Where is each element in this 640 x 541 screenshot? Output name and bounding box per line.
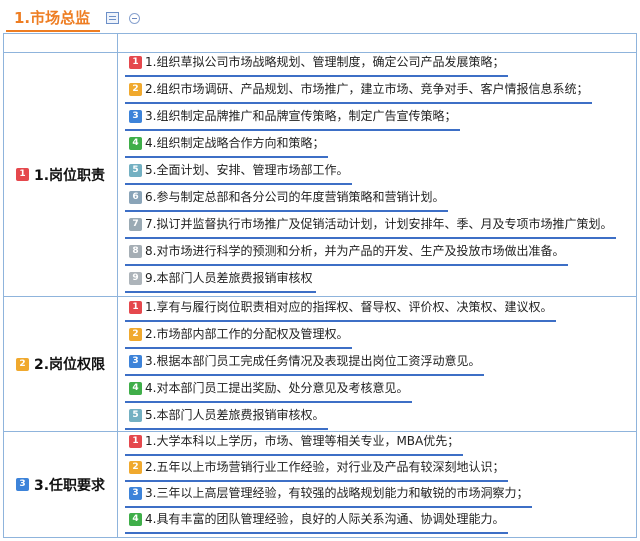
list-item[interactable]: 2 2.组织市场调研、产品规划、市场推广，建立市场、竞争对手、客户情报信息系统； xyxy=(125,80,593,105)
item-text: 2.组织市场调研、产品规划、市场推广，建立市场、竞争对手、客户情报信息系统； xyxy=(145,82,589,96)
priority-badge: 7 xyxy=(129,218,142,231)
list-item[interactable]: 3 3.组织制定品牌推广和品牌宣传策略，制定广告宣传策略； xyxy=(125,107,461,132)
item-text: 5.全面计划、安排、管理市场部工作。 xyxy=(145,163,349,177)
list-item[interactable]: 8 8.对市场进行科学的预测和分析，并为产品的开发、生产及投放市场做出准备。 xyxy=(125,242,569,267)
priority-badge: 3 xyxy=(129,355,142,368)
list-item[interactable]: 5 5.本部门人员差旅费报销审核权。 xyxy=(125,406,329,431)
section-label-requirements[interactable]: 3 3.任职要求 xyxy=(4,432,117,537)
item-text: 1.组织草拟公司市场战略规划、管理制度，确定公司产品发展策略； xyxy=(145,55,505,69)
item-text: 9.本部门人员差旅费报销审核权 xyxy=(145,271,313,285)
priority-badge: 1 xyxy=(129,435,142,448)
list-item[interactable]: 1 1.组织草拟公司市场战略规划、管理制度，确定公司产品发展策略； xyxy=(125,53,509,78)
priority-badge: 4 xyxy=(129,382,142,395)
priority-badge: 2 xyxy=(129,328,142,341)
list-item[interactable]: 7 7.拟订并监督执行市场推广及促销活动计划，计划安排年、季、月及专项市场推广策划… xyxy=(125,215,617,240)
list-item[interactable]: 4 4.具有丰富的团队管理经验，良好的人际关系沟通、协调处理能力。 xyxy=(125,510,509,535)
item-text: 2.五年以上市场营销行业工作经验，对行业及产品有较深刻地认识； xyxy=(145,460,505,474)
list-item[interactable]: 5 5.全面计划、安排、管理市场部工作。 xyxy=(125,161,353,186)
priority-badge: 2 xyxy=(129,461,142,474)
item-text: 2.市场部内部工作的分配权及管理权。 xyxy=(145,327,349,341)
item-text: 6.参与制定总部和各分公司的年度营销策略和营销计划。 xyxy=(145,190,445,204)
section-label-authority[interactable]: 2 2.岗位权限 xyxy=(4,297,117,431)
list-item[interactable]: 3 3.三年以上高层管理经验，有较强的战略规划能力和敏锐的市场洞察力； xyxy=(125,484,533,509)
priority-badge: 4 xyxy=(129,137,142,150)
priority-badge: 6 xyxy=(129,191,142,204)
item-text: 3.三年以上高层管理经验，有较强的战略规划能力和敏锐的市场洞察力； xyxy=(145,486,529,500)
priority-badge: 8 xyxy=(129,245,142,258)
priority-badge: 1 xyxy=(15,168,29,181)
priority-badge: 1 xyxy=(129,56,142,69)
item-text: 3.根据本部门员工完成任务情况及表现提出岗位工资浮动意见。 xyxy=(145,354,481,368)
list-item[interactable]: 4 4.对本部门员工提出奖励、处分意见及考核意见。 xyxy=(125,379,413,404)
list-item[interactable]: 2 2.五年以上市场营销行业工作经验，对行业及产品有较深刻地认识； xyxy=(125,458,509,483)
list-item[interactable]: 6 6.参与制定总部和各分公司的年度营销策略和营销计划。 xyxy=(125,188,449,213)
item-text: 1.大学本科以上学历，市场、管理等相关专业，MBA优先； xyxy=(145,434,460,448)
item-text: 4.组织制定战略合作方向和策略； xyxy=(145,136,325,150)
list-item[interactable]: 3 3.根据本部门员工完成任务情况及表现提出岗位工资浮动意见。 xyxy=(125,352,485,377)
item-text: 5.本部门人员差旅费报销审核权。 xyxy=(145,408,325,422)
list-item[interactable]: 4 4.组织制定战略合作方向和策略； xyxy=(125,134,329,159)
note-icon[interactable] xyxy=(106,12,120,24)
list-item[interactable]: 1 1.大学本科以上学历，市场、管理等相关专业，MBA优先； xyxy=(125,432,464,457)
priority-badge: 2 xyxy=(15,357,29,371)
priority-badge: 4 xyxy=(129,513,142,526)
item-text: 3.组织制定品牌推广和品牌宣传策略，制定广告宣传策略； xyxy=(145,109,457,123)
section-label-duties[interactable]: 1 1.岗位职责 xyxy=(4,53,117,296)
section-label-text: 2.岗位权限 xyxy=(33,357,106,373)
list-item[interactable]: 9 9.本部门人员差旅费报销审核权 xyxy=(125,269,317,294)
priority-badge: 3 xyxy=(15,478,29,491)
priority-badge: 5 xyxy=(129,409,142,422)
item-text: 8.对市场进行科学的预测和分析，并为产品的开发、生产及投放市场做出准备。 xyxy=(145,244,565,258)
topic-title[interactable]: 1.市场总监 xyxy=(6,5,101,32)
priority-badge: 1 xyxy=(129,301,142,314)
column-divider xyxy=(117,34,118,537)
item-text: 4.具有丰富的团队管理经验，良好的人际关系沟通、协调处理能力。 xyxy=(145,512,505,526)
section-label-text: 3.任职要求 xyxy=(33,477,106,494)
priority-badge: 3 xyxy=(129,110,142,123)
topic-header: 1.市场总监 xyxy=(6,4,141,32)
item-text: 4.对本部门员工提出奖励、处分意见及考核意见。 xyxy=(145,381,409,395)
collapse-icon[interactable] xyxy=(129,12,141,24)
list-item[interactable]: 1 1.享有与履行岗位职责相对应的指挥权、督导权、评价权、决策权、建议权。 xyxy=(125,298,557,323)
item-text: 7.拟订并监督执行市场推广及促销活动计划，计划安排年、季、月及专项市场推广策划。 xyxy=(145,217,613,231)
list-item[interactable]: 2 2.市场部内部工作的分配权及管理权。 xyxy=(125,325,353,350)
item-text: 1.享有与履行岗位职责相对应的指挥权、督导权、评价权、决策权、建议权。 xyxy=(145,300,553,314)
matrix-table: 1 1.岗位职责 1 1.组织草拟公司市场战略规划、管理制度，确定公司产品发展策略… xyxy=(3,33,637,538)
section-label-text: 1.岗位职责 xyxy=(33,167,106,184)
priority-badge: 5 xyxy=(129,164,142,177)
priority-badge: 9 xyxy=(129,272,142,285)
priority-badge: 2 xyxy=(129,83,142,96)
priority-badge: 3 xyxy=(129,487,142,500)
